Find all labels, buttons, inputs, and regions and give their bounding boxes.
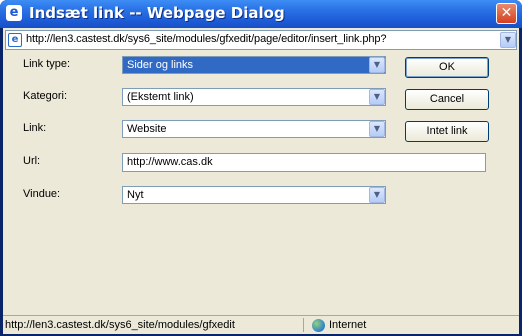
url-label: Url:: [23, 155, 41, 167]
url-value: http://www.cas.dk: [127, 156, 213, 168]
link-select[interactable]: Website ▼: [122, 120, 386, 138]
ok-button[interactable]: OK: [405, 57, 489, 78]
url-input[interactable]: http://www.cas.dk: [122, 153, 486, 172]
status-separator: [303, 318, 304, 332]
ie-icon: e: [6, 5, 22, 21]
link-type-value: Sider og links: [127, 59, 194, 71]
dialog-window: e Indsæt link -- Webpage Dialog ✕ e http…: [0, 0, 522, 336]
window-title: Indsæt link -- Webpage Dialog: [29, 4, 285, 22]
link-label: Link:: [23, 122, 47, 134]
page-icon: e: [8, 33, 22, 47]
kategori-label: Kategori:: [23, 90, 68, 102]
status-bar: http://len3.castest.dk/sys6_site/modules…: [3, 315, 519, 334]
status-url: http://len3.castest.dk/sys6_site/modules…: [5, 319, 235, 331]
address-bar[interactable]: e http://len3.castest.dk/sys6_site/modul…: [5, 30, 517, 50]
security-zone: Internet: [329, 319, 367, 331]
cancel-button[interactable]: Cancel: [405, 89, 489, 110]
chevron-down-icon[interactable]: ▼: [369, 121, 385, 137]
vindue-select[interactable]: Nyt ▼: [122, 186, 386, 204]
chevron-down-icon[interactable]: ▼: [369, 57, 385, 73]
no-link-button[interactable]: Intet link: [405, 121, 489, 142]
dialog-body: e http://len3.castest.dk/sys6_site/modul…: [3, 28, 519, 333]
vindue-label: Vindue:: [23, 188, 61, 200]
close-button[interactable]: ✕: [496, 3, 517, 24]
chevron-down-icon[interactable]: ▼: [369, 187, 385, 203]
vindue-value: Nyt: [127, 189, 144, 201]
globe-icon: [312, 319, 325, 332]
link-type-select[interactable]: Sider og links ▼: [122, 56, 386, 74]
address-dropdown-arrow-icon[interactable]: ▼: [500, 32, 516, 48]
address-url: http://len3.castest.dk/sys6_site/modules…: [26, 33, 387, 45]
link-type-label: Link type:: [23, 58, 71, 70]
kategori-select[interactable]: (Ekstemt link) ▼: [122, 88, 386, 106]
chevron-down-icon[interactable]: ▼: [369, 89, 385, 105]
link-value: Website: [127, 123, 167, 135]
kategori-value: (Ekstemt link): [127, 91, 194, 103]
title-bar[interactable]: e Indsæt link -- Webpage Dialog ✕: [0, 0, 522, 28]
